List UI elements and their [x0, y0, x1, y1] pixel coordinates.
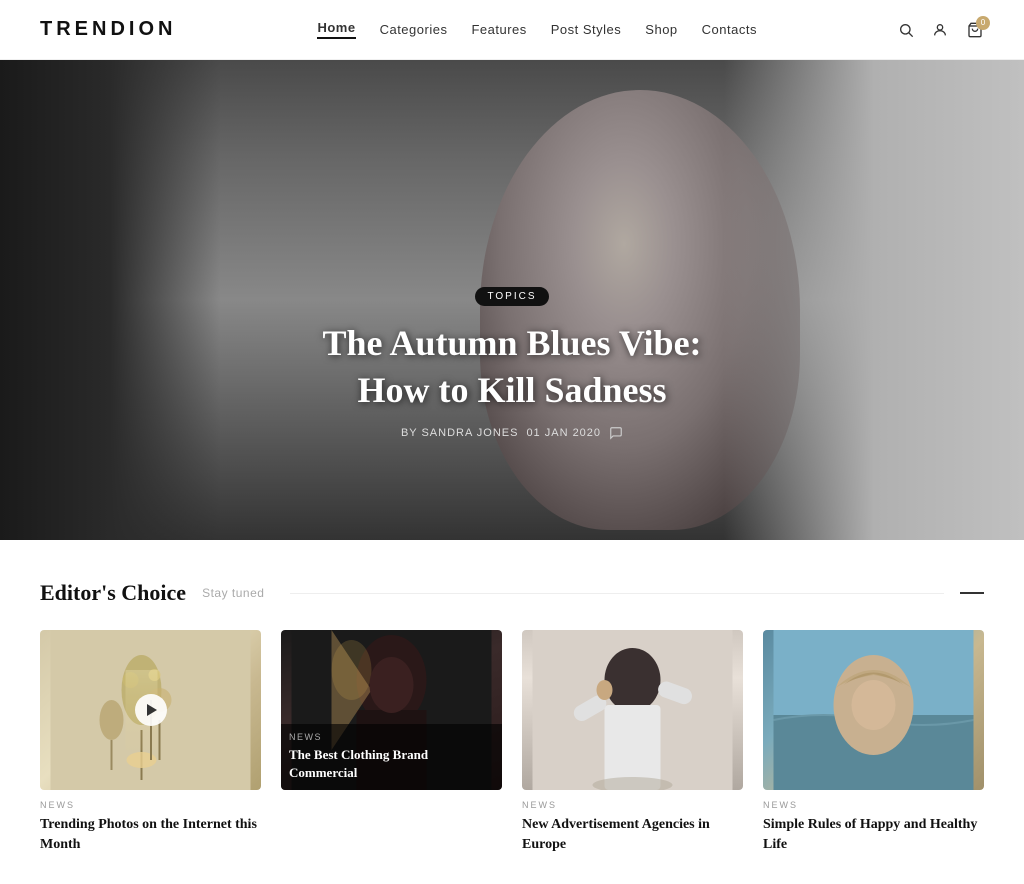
card-2[interactable]: NEWS The Best Clothing Brand Commercial … [281, 630, 502, 854]
hero-meta: BY SANDRA JONES 01 JAN 2020 [0, 426, 1024, 440]
card-2-image: NEWS The Best Clothing Brand Commercial [281, 630, 502, 790]
card-4-category: NEWS [763, 800, 984, 810]
hero-tag[interactable]: TOPICS [475, 287, 548, 306]
editors-dash [960, 592, 984, 594]
editors-title: Editor's Choice [40, 580, 186, 606]
nav-item-categories[interactable]: Categories [380, 22, 448, 37]
card-1[interactable]: NEWS Trending Photos on the Internet thi… [40, 630, 261, 854]
hero-date: 01 JAN 2020 [526, 427, 601, 439]
comment-icon [609, 426, 623, 440]
card-3[interactable]: NEWS New Advertisement Agencies in Europ… [522, 630, 743, 854]
user-button[interactable] [932, 22, 948, 38]
card-4[interactable]: NEWS Simple Rules of Happy and Healthy L… [763, 630, 984, 854]
play-button-1[interactable] [135, 694, 167, 726]
card-2-overlay-category: NEWS [289, 732, 494, 742]
card-4-image [763, 630, 984, 790]
card-2-overlay: NEWS The Best Clothing Brand Commercial [281, 724, 502, 790]
play-triangle-icon [147, 704, 157, 716]
card-3-category: NEWS [522, 800, 743, 810]
user-icon [932, 22, 948, 38]
hero-author: BY SANDRA JONES [401, 427, 519, 439]
main-nav: Home Categories Features Post Styles Shop Con… [317, 20, 757, 39]
nav-item-post-styles[interactable]: Post Styles [551, 22, 622, 37]
cards-grid: NEWS Trending Photos on the Internet thi… [40, 630, 984, 854]
card-1-category: NEWS [40, 800, 261, 810]
nav-item-features[interactable]: Features [471, 22, 526, 37]
cart-button[interactable]: 0 [966, 22, 984, 38]
card-4-illustration [763, 630, 984, 790]
card-2-overlay-title: The Best Clothing Brand Commercial [289, 747, 428, 780]
search-icon [898, 22, 914, 38]
header-icons: 0 [898, 22, 984, 38]
site-logo[interactable]: TRENDION [40, 18, 176, 41]
cart-badge: 0 [976, 16, 990, 30]
site-header: TRENDION Home Categories Features Post Styl… [0, 0, 1024, 60]
editors-subtitle: Stay tuned [202, 586, 264, 600]
card-1-image [40, 630, 261, 790]
card-3-title: New Advertisement Agencies in Europe [522, 815, 743, 854]
card-1-title: Trending Photos on the Internet this Mon… [40, 815, 261, 854]
search-button[interactable] [898, 22, 914, 38]
hero-section: TOPICS The Autumn Blues Vibe: How to Kil… [0, 60, 1024, 540]
editors-header: Editor's Choice Stay tuned [40, 580, 984, 606]
nav-item-home[interactable]: Home [317, 20, 355, 39]
nav-item-shop[interactable]: Shop [645, 22, 677, 37]
editors-divider-line [290, 593, 944, 594]
editors-choice-section: Editor's Choice Stay tuned [0, 540, 1024, 884]
hero-title: The Autumn Blues Vibe: How to Kill Sadne… [0, 320, 1024, 414]
card-3-illustration [522, 630, 743, 790]
card-3-image [522, 630, 743, 790]
card-4-title: Simple Rules of Happy and Healthy Life [763, 815, 984, 854]
nav-item-contacts[interactable]: Contacts [702, 22, 757, 37]
hero-content: TOPICS The Autumn Blues Vibe: How to Kil… [0, 286, 1024, 440]
